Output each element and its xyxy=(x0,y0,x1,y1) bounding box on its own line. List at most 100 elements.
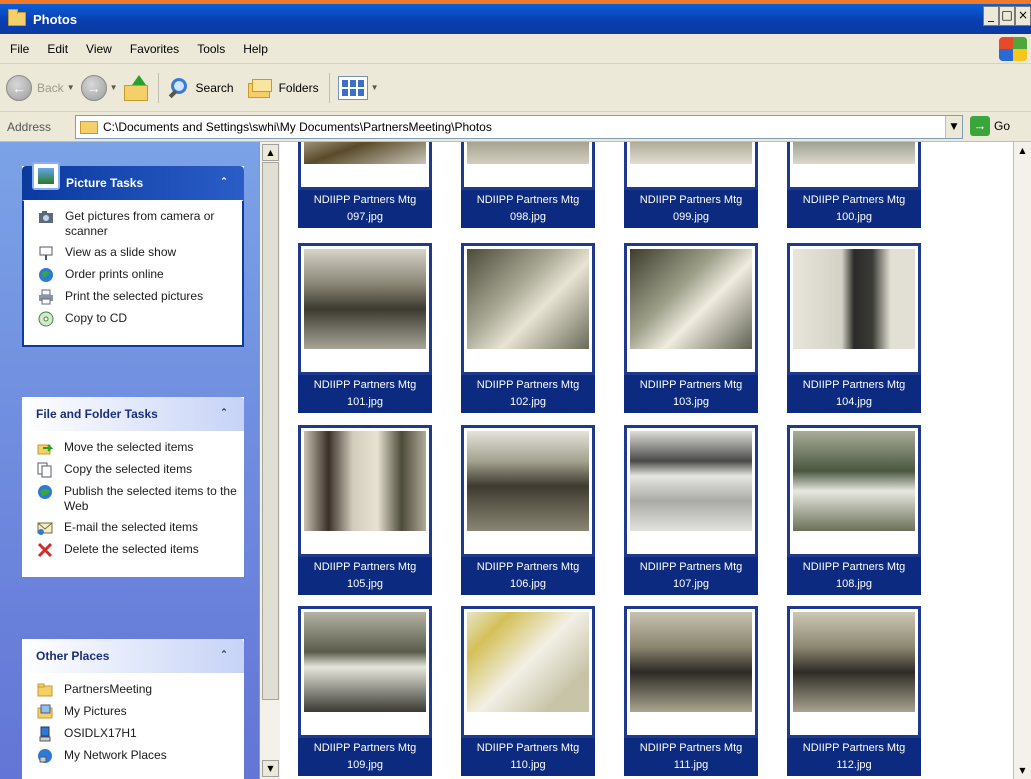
collapse-chevron-icon[interactable]: ⌃ xyxy=(216,647,232,663)
thumbnail-item[interactable]: NDIIPP Partners Mtg 111.jpg xyxy=(624,606,758,776)
thumbnail-item[interactable]: NDIIPP Partners Mtg 102.jpg xyxy=(461,243,595,413)
picture-tasks-title: Picture Tasks xyxy=(66,176,144,190)
thumbnail-item[interactable]: NDIIPP Partners Mtg 109.jpg xyxy=(298,606,432,776)
thumbnail-caption: NDIIPP Partners Mtg 112.jpg xyxy=(787,738,921,776)
task-email-items[interactable]: E-mail the selected items xyxy=(37,520,237,536)
photo-image xyxy=(793,249,915,349)
task-pane-scrollbar[interactable]: ▲ ▼ xyxy=(259,142,280,779)
thumbnail-item[interactable]: NDIIPP Partners Mtg 099.jpg xyxy=(624,142,758,228)
file-folder-tasks-header[interactable]: File and Folder Tasks ⌃ xyxy=(22,397,244,431)
picture-tasks-header[interactable]: Picture Tasks ⌃ xyxy=(22,162,244,200)
place-label: My Network Places xyxy=(64,748,167,762)
search-label: Search xyxy=(195,80,234,95)
folders-label: Folders xyxy=(278,80,319,95)
task-pane: Picture Tasks ⌃ Get pictures from camera… xyxy=(0,142,260,779)
scroll-thumb[interactable] xyxy=(262,162,279,700)
scroll-down-arrow-icon[interactable]: ▼ xyxy=(262,760,279,777)
photo-image xyxy=(467,431,589,531)
picture-tasks-list: Get pictures from camera or scanner View… xyxy=(22,200,244,347)
views-button[interactable]: ▼ xyxy=(337,75,379,100)
menu-edit[interactable]: Edit xyxy=(38,42,77,56)
other-places-header[interactable]: Other Places ⌃ xyxy=(22,639,244,673)
menu-tools[interactable]: Tools xyxy=(188,42,234,56)
thumbnail-caption: NDIIPP Partners Mtg 110.jpg xyxy=(461,738,595,776)
photo-image xyxy=(304,431,426,531)
collapse-chevron-icon[interactable]: ⌃ xyxy=(216,174,232,190)
task-label: Get pictures from camera or scanner xyxy=(65,209,215,238)
task-copy-items[interactable]: Copy the selected items xyxy=(37,462,237,478)
task-label: E-mail the selected items xyxy=(64,520,199,534)
toolbar: ← Back ▼ → ▼ Search Folders ▼ xyxy=(0,64,1031,112)
task-get-pictures[interactable]: Get pictures from camera or scanner xyxy=(38,209,236,239)
menu-favorites[interactable]: Favorites xyxy=(121,42,188,56)
menu-help[interactable]: Help xyxy=(234,42,277,56)
thumbnail-caption: NDIIPP Partners Mtg 104.jpg xyxy=(787,375,921,413)
up-folder-icon xyxy=(123,74,148,101)
up-folder-button[interactable] xyxy=(123,74,148,101)
folder-icon xyxy=(37,683,53,697)
back-dropdown-icon[interactable]: ▼ xyxy=(67,83,75,92)
maximize-button[interactable]: □ xyxy=(999,6,1015,26)
photo-image xyxy=(467,612,589,712)
file-pane-scrollbar[interactable]: ▲ ▼ xyxy=(1013,142,1031,779)
task-label: Delete the selected items xyxy=(64,542,199,556)
address-label: Address xyxy=(7,119,52,134)
address-field[interactable]: C:\Documents and Settings\swhi\My Docume… xyxy=(75,115,963,139)
thumbnail-item[interactable]: NDIIPP Partners Mtg 104.jpg xyxy=(787,243,921,413)
task-copy-to-cd[interactable]: Copy to CD xyxy=(38,311,236,327)
task-slide-show[interactable]: View as a slide show xyxy=(38,245,236,261)
task-delete-items[interactable]: Delete the selected items xyxy=(37,542,237,558)
task-print-pictures[interactable]: Print the selected pictures xyxy=(38,289,236,305)
forward-dropdown-icon[interactable]: ▼ xyxy=(110,83,118,92)
scroll-up-arrow-icon[interactable]: ▲ xyxy=(262,144,279,161)
back-button[interactable]: ← Back ▼ xyxy=(6,74,75,101)
thumbnail-item[interactable]: NDIIPP Partners Mtg 098.jpg xyxy=(461,142,595,228)
thumbnail-frame xyxy=(461,142,595,190)
minimize-button[interactable]: _ xyxy=(983,6,999,26)
task-label: Move the selected items xyxy=(64,440,194,454)
menu-view[interactable]: View xyxy=(77,42,121,56)
folder-icon xyxy=(80,120,98,134)
place-network[interactable]: My Network Places xyxy=(37,748,237,764)
scroll-down-arrow-icon[interactable]: ▼ xyxy=(1014,762,1031,779)
views-dropdown-icon[interactable]: ▼ xyxy=(371,83,379,92)
folders-button[interactable]: Folders xyxy=(247,77,319,99)
thumbnail-item[interactable]: NDIIPP Partners Mtg 097.jpg xyxy=(298,142,432,228)
thumbnail-caption: NDIIPP Partners Mtg 098.jpg xyxy=(461,190,595,228)
file-folder-tasks-title: File and Folder Tasks xyxy=(36,407,158,421)
thumbnail-item[interactable]: NDIIPP Partners Mtg 105.jpg xyxy=(298,425,432,595)
scroll-up-arrow-icon[interactable]: ▲ xyxy=(1014,142,1031,159)
thumbnail-item[interactable]: NDIIPP Partners Mtg 101.jpg xyxy=(298,243,432,413)
title-bar[interactable]: Photos _ □ × xyxy=(0,4,1031,34)
place-partners-meeting[interactable]: PartnersMeeting xyxy=(37,682,237,698)
search-button[interactable]: Search xyxy=(167,76,234,100)
forward-button[interactable]: → ▼ xyxy=(80,74,118,101)
place-my-pictures[interactable]: My Pictures xyxy=(37,704,237,720)
task-order-prints[interactable]: Order prints online xyxy=(38,267,236,283)
thumbnail-caption: NDIIPP Partners Mtg 109.jpg xyxy=(298,738,432,776)
thumbnail-item[interactable]: NDIIPP Partners Mtg 106.jpg xyxy=(461,425,595,595)
thumbnail-item[interactable]: NDIIPP Partners Mtg 103.jpg xyxy=(624,243,758,413)
thumbnail-item[interactable]: NDIIPP Partners Mtg 112.jpg xyxy=(787,606,921,776)
task-move-items[interactable]: Move the selected items xyxy=(37,440,237,456)
camera-icon xyxy=(39,211,53,223)
place-computer[interactable]: OSIDLX17H1 xyxy=(37,726,237,742)
thumbnail-item[interactable]: NDIIPP Partners Mtg 108.jpg xyxy=(787,425,921,595)
thumbnail-frame xyxy=(298,425,432,557)
task-publish-web[interactable]: Publish the selected items to the Web xyxy=(37,484,237,514)
thumbnail-item[interactable]: NDIIPP Partners Mtg 110.jpg xyxy=(461,606,595,776)
place-label: PartnersMeeting xyxy=(64,682,153,696)
address-path[interactable]: C:\Documents and Settings\swhi\My Docume… xyxy=(103,120,492,134)
collapse-chevron-icon[interactable]: ⌃ xyxy=(216,405,232,421)
publish-icon xyxy=(38,485,52,499)
pictures-folder-icon xyxy=(37,704,53,719)
thumbnail-item[interactable]: NDIIPP Partners Mtg 100.jpg xyxy=(787,142,921,228)
printer-icon xyxy=(39,289,53,305)
menu-file[interactable]: File xyxy=(0,42,38,56)
go-button[interactable]: → Go xyxy=(970,116,1010,136)
photo-image xyxy=(304,612,426,712)
address-dropdown-icon[interactable]: ▼ xyxy=(945,116,962,138)
thumbnail-item[interactable]: NDIIPP Partners Mtg 107.jpg xyxy=(624,425,758,595)
thumbnail-frame xyxy=(624,606,758,738)
close-button[interactable]: × xyxy=(1015,6,1031,26)
